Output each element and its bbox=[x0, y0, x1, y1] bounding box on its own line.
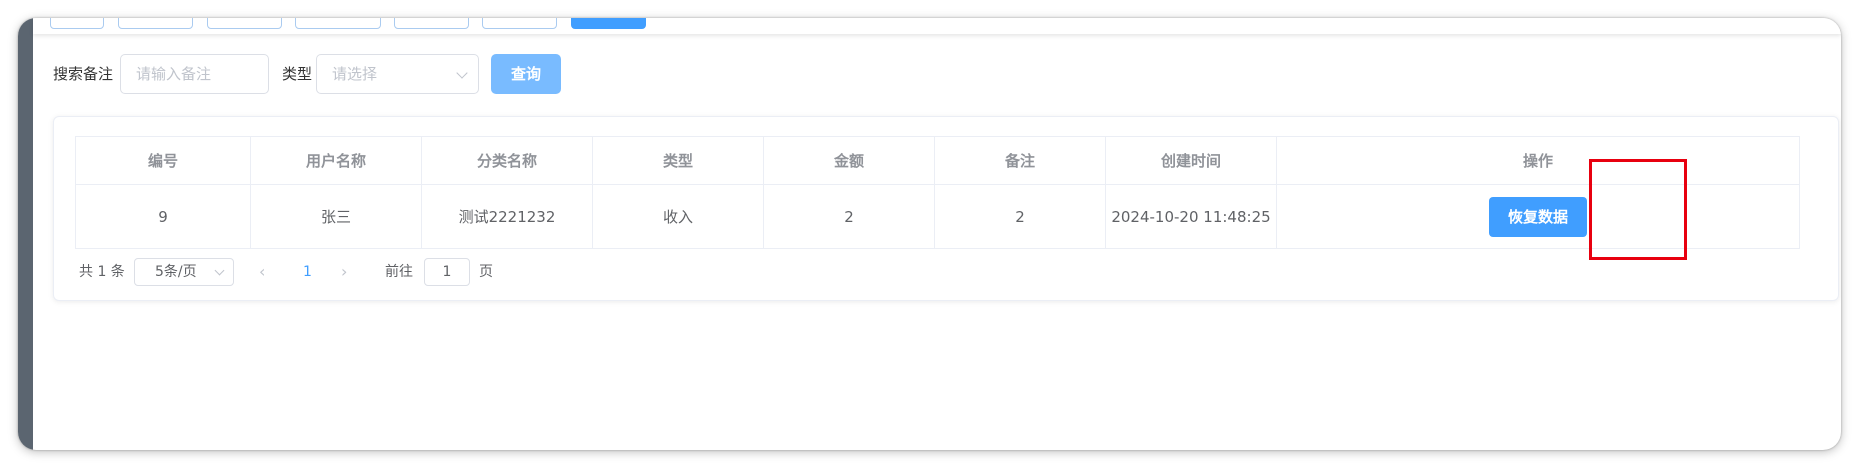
cell-action: 恢复数据 bbox=[1276, 184, 1800, 249]
table-card: 编号 用户名称 分类名称 类型 金额 备注 创建时间 操作 9 张三 测试222… bbox=[53, 116, 1839, 301]
tab-button-4[interactable] bbox=[295, 18, 381, 29]
app-window: 搜索备注 请输入备注 类型 请选择 查询 编号 用户名称 分类名称 类型 金额 … bbox=[18, 18, 1841, 450]
type-select-placeholder: 请选择 bbox=[332, 65, 378, 83]
cell-id: 9 bbox=[75, 184, 251, 249]
restore-data-button[interactable]: 恢复数据 bbox=[1489, 196, 1587, 237]
page-size-value: 5条/页 bbox=[155, 264, 197, 280]
header-user-name: 用户名称 bbox=[250, 136, 422, 185]
cell-created-at: 2024-10-20 11:48:25 bbox=[1105, 184, 1277, 249]
goto-label: 前往 bbox=[385, 264, 413, 280]
tab-button-3[interactable] bbox=[207, 18, 282, 29]
header-created-at: 创建时间 bbox=[1105, 136, 1277, 185]
type-label: 类型 bbox=[282, 65, 313, 83]
prev-page-icon[interactable]: ‹ bbox=[259, 256, 265, 288]
header-amount: 金额 bbox=[763, 136, 935, 185]
query-button[interactable]: 查询 bbox=[491, 54, 561, 94]
table-header-row: 编号 用户名称 分类名称 类型 金额 备注 创建时间 操作 bbox=[75, 136, 1800, 185]
header-type: 类型 bbox=[592, 136, 764, 185]
cell-amount: 2 bbox=[763, 184, 935, 249]
data-table: 编号 用户名称 分类名称 类型 金额 备注 创建时间 操作 9 张三 测试222… bbox=[75, 136, 1800, 249]
page-number-current[interactable]: 1 bbox=[303, 256, 312, 288]
table-row: 9 张三 测试2221232 收入 2 2 2024-10-20 11:48:2… bbox=[75, 184, 1800, 249]
goto-suffix: 页 bbox=[479, 264, 493, 280]
chevron-down-icon bbox=[456, 67, 468, 79]
pagination-total: 共 1 条 bbox=[79, 264, 125, 280]
header-action: 操作 bbox=[1276, 136, 1800, 185]
cell-user-name: 张三 bbox=[250, 184, 422, 249]
cell-category-name: 测试2221232 bbox=[421, 184, 593, 249]
header-id: 编号 bbox=[75, 136, 251, 185]
header-category-name: 分类名称 bbox=[421, 136, 593, 185]
tab-button-1[interactable] bbox=[50, 18, 104, 29]
tab-button-active[interactable] bbox=[571, 18, 646, 29]
tab-strip bbox=[33, 18, 1841, 34]
remark-label: 搜索备注 bbox=[53, 65, 114, 83]
cell-type: 收入 bbox=[592, 184, 764, 249]
tab-button-5[interactable] bbox=[394, 18, 469, 29]
page-size-select[interactable]: 5条/页 bbox=[134, 258, 234, 286]
header-remark: 备注 bbox=[934, 136, 1106, 185]
cell-remark: 2 bbox=[934, 184, 1106, 249]
chevron-down-icon bbox=[214, 265, 225, 276]
type-select[interactable]: 请选择 bbox=[316, 54, 479, 94]
tab-button-2[interactable] bbox=[118, 18, 193, 29]
sidebar-edge bbox=[18, 18, 33, 450]
remark-input[interactable]: 请输入备注 bbox=[120, 54, 269, 94]
next-page-icon[interactable]: › bbox=[341, 256, 347, 288]
tab-button-6[interactable] bbox=[482, 18, 557, 29]
goto-page-input[interactable]: 1 bbox=[424, 258, 470, 286]
